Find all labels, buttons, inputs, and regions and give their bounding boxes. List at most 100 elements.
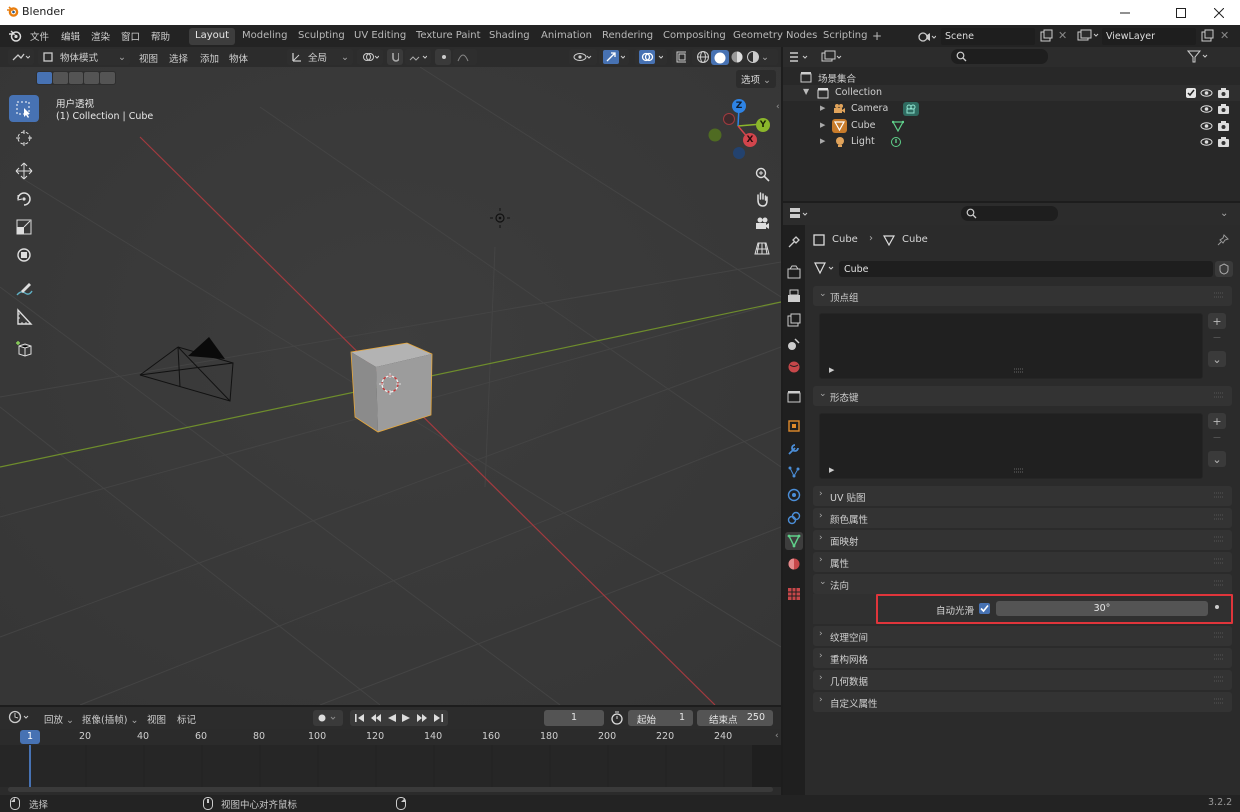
remove-shape-key-button[interactable]: − <box>1208 431 1226 445</box>
tab-rendering[interactable]: Rendering <box>596 28 659 45</box>
eye-icon[interactable] <box>1200 136 1213 148</box>
light-data-icon[interactable] <box>890 136 902 148</box>
wireframe-shading-icon[interactable] <box>695 50 711 64</box>
remove-vertex-group-button[interactable]: − <box>1208 331 1226 345</box>
view-layer-tab-icon[interactable] <box>785 311 803 329</box>
object-tab-icon[interactable] <box>785 417 803 435</box>
tab-sculpting[interactable]: Sculpting <box>292 28 351 45</box>
tab-uv-editing[interactable]: UV Editing <box>348 28 412 45</box>
outliner-row-camera[interactable]: ▶ Camera <box>783 101 1240 117</box>
camera-view-icon[interactable] <box>751 213 773 235</box>
menu-render[interactable]: 渲染 <box>91 29 110 43</box>
auto-keying-button[interactable] <box>313 710 343 726</box>
keyframe-dot-icon[interactable] <box>1215 605 1219 609</box>
close-button[interactable] <box>1196 0 1240 25</box>
pin-icon[interactable] <box>1217 234 1229 246</box>
menu-help[interactable]: 帮助 <box>151 29 170 43</box>
tab-scripting[interactable]: Scripting <box>817 28 873 45</box>
list-resize-grip-icon[interactable] <box>1014 368 1024 373</box>
tab-geometry-nodes[interactable]: Geometry Nodes <box>727 28 823 45</box>
overlays-toggle-icon[interactable] <box>635 49 667 65</box>
scene-name-field[interactable]: Scene <box>941 28 1035 45</box>
render-camera-icon[interactable] <box>1217 120 1230 132</box>
timeline-sidebar-toggle-icon[interactable]: ‹ <box>775 731 779 741</box>
drag-grip-icon[interactable] <box>1214 580 1224 586</box>
panel-texture-space[interactable]: › 纹理空间 <box>813 626 1232 646</box>
panel-remesh[interactable]: › 重构网格 <box>813 648 1232 668</box>
viewport-menu-object[interactable]: 物体 <box>229 51 248 65</box>
pivot-point-icon[interactable] <box>357 49 383 65</box>
menu-file[interactable]: 文件 <box>30 29 49 43</box>
select-new-icon[interactable] <box>37 72 52 84</box>
transform-tool[interactable] <box>9 241 39 268</box>
scene-browse-icon[interactable] <box>913 28 941 45</box>
xray-toggle-icon[interactable] <box>672 49 690 65</box>
output-tab-icon[interactable] <box>785 287 803 305</box>
transform-orientation-dropdown[interactable]: 全局 ⌄ <box>287 49 353 65</box>
viewlayer-delete-icon[interactable]: ✕ <box>1220 29 1229 42</box>
world-tab-icon[interactable] <box>785 358 803 376</box>
shape-key-specials-button[interactable]: ⌄ <box>1208 451 1226 467</box>
annotate-tool[interactable] <box>9 275 39 302</box>
outliner-editor-type-icon[interactable] <box>789 50 811 64</box>
drag-grip-icon[interactable] <box>1214 558 1224 564</box>
start-frame-field[interactable]: 起始 1 <box>628 710 693 726</box>
viewport-menu-select[interactable]: 选择 <box>169 51 188 65</box>
gizmo-z-axis[interactable]: Z <box>732 99 746 113</box>
prev-keyframe-icon[interactable] <box>370 713 382 723</box>
render-tab-icon[interactable] <box>785 263 803 281</box>
texture-tab-icon[interactable] <box>785 585 803 603</box>
properties-search-input[interactable] <box>961 206 1058 221</box>
measure-tool[interactable] <box>9 303 39 330</box>
particles-tab-icon[interactable] <box>785 463 803 481</box>
move-tool[interactable] <box>9 157 39 184</box>
jump-start-icon[interactable] <box>355 713 365 723</box>
expand-right-icon[interactable]: ▶ <box>820 104 825 112</box>
drag-grip-icon[interactable] <box>1214 654 1224 660</box>
options-dropdown[interactable]: 选项 ⌄ <box>736 70 777 88</box>
falloff-icon[interactable] <box>453 49 477 65</box>
eye-icon[interactable] <box>1200 103 1213 115</box>
add-vertex-group-button[interactable]: + <box>1208 313 1226 329</box>
cursor-tool[interactable] <box>9 124 39 151</box>
play-reverse-icon[interactable] <box>387 713 397 723</box>
timeline-menu-marker[interactable]: 标记 <box>177 712 196 726</box>
scale-tool[interactable] <box>9 213 39 240</box>
filter-icon[interactable] <box>1187 50 1211 64</box>
select-intersect-icon[interactable] <box>100 72 115 84</box>
panel-geometry-data[interactable]: › 几何数据 <box>813 670 1232 690</box>
menu-edit[interactable]: 编辑 <box>61 29 80 43</box>
gizmo-x-axis[interactable]: X <box>743 133 757 147</box>
panel-color-attributes[interactable]: › 颜色属性 <box>813 508 1232 528</box>
expand-right-icon[interactable]: ▶ <box>820 137 825 145</box>
shape-keys-list[interactable]: ▶ <box>819 413 1203 479</box>
3d-viewport[interactable]: 物体模式 ⌄ 视图 选择 添加 物体 全局 ⌄ ⌄ 选项 ⌄ 用户透视 (1) … <box>0 47 781 705</box>
material-tab-icon[interactable] <box>785 555 803 573</box>
mesh-data-icon[interactable] <box>892 120 904 132</box>
display-mode-icon[interactable] <box>821 50 843 64</box>
panel-vertex-groups[interactable]: ⌄ 顶点组 <box>813 286 1232 306</box>
select-box-tool[interactable] <box>9 95 39 122</box>
chevron-down-icon[interactable]: ⌄ <box>761 52 769 63</box>
visibility-dropdown-icon[interactable] <box>569 49 597 65</box>
snap-toggle-icon[interactable] <box>387 49 403 65</box>
tool-tab-icon[interactable] <box>785 233 803 251</box>
eye-icon[interactable] <box>1200 87 1213 99</box>
timeline-editor-type-icon[interactable] <box>8 710 32 724</box>
outliner-row-collection[interactable]: ▼ Collection <box>783 85 1240 101</box>
mesh-name-field[interactable]: Cube <box>839 261 1213 277</box>
add-workspace-icon[interactable]: + <box>872 29 882 43</box>
panel-attributes[interactable]: › 属性 <box>813 552 1232 572</box>
drag-grip-icon[interactable] <box>1214 698 1224 704</box>
playhead-frame[interactable]: 1 <box>20 730 40 744</box>
panel-face-maps[interactable]: › 面映射 <box>813 530 1232 550</box>
outliner-row-scene-collection[interactable]: 场景集合 <box>783 69 1240 85</box>
select-subtract-icon[interactable] <box>68 72 84 84</box>
timeline-menu-keying[interactable]: 抠像(插帧) ⌄ <box>82 712 138 726</box>
proportional-edit-icon[interactable] <box>435 49 451 65</box>
drag-grip-icon[interactable] <box>1214 492 1224 498</box>
constraints-tab-icon[interactable] <box>785 509 803 527</box>
list-resize-grip-icon[interactable] <box>1014 468 1024 473</box>
outliner-row-light[interactable]: ▶ Light <box>783 134 1240 150</box>
zoom-icon[interactable] <box>751 163 773 185</box>
